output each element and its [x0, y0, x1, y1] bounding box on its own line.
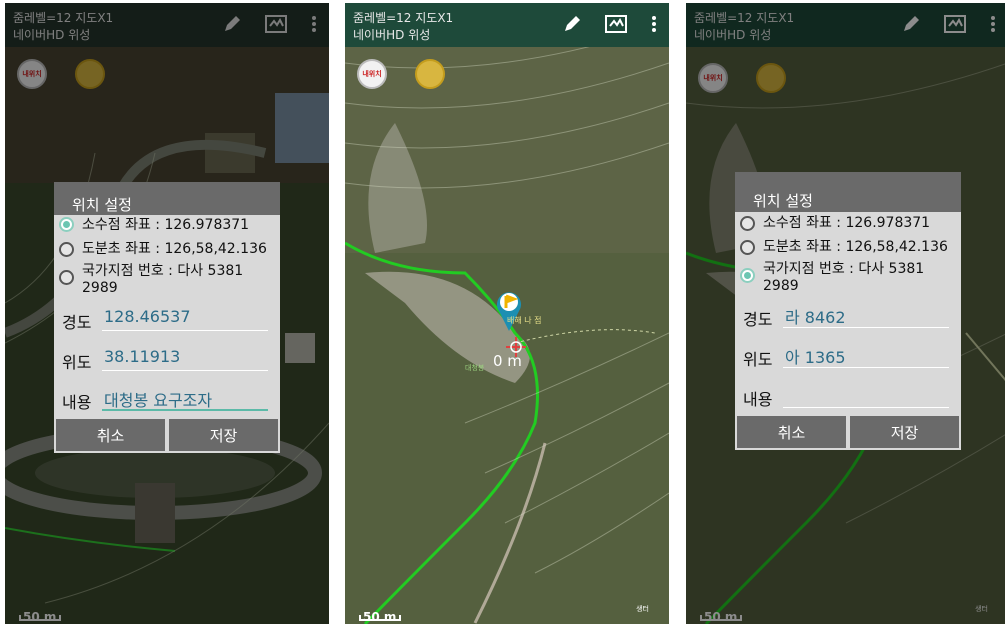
- option-national[interactable]: 국가지점 번호 : 다사 5381 2989: [54, 261, 280, 299]
- phone-screen-3: 줌레벨=12 지도X1 네이버HD 위성 내위치 생터 50 m 위치 설정 소…: [686, 3, 1005, 624]
- option-decimal[interactable]: 소수점 좌표 : 126.978371: [735, 212, 961, 234]
- longitude-label: 경도: [62, 313, 92, 332]
- my-location-icon[interactable]: 내위치: [357, 59, 387, 89]
- pencil-icon[interactable]: [559, 11, 585, 37]
- radio-dms[interactable]: [59, 242, 74, 257]
- option-dms[interactable]: 도분초 좌표 : 126,58,42.136: [54, 237, 280, 261]
- dialog-buttons: 취소 저장: [54, 419, 280, 453]
- option-decimal-label: 소수점 좌표 : 126.978371: [82, 217, 250, 233]
- longitude-label: 경도: [743, 310, 773, 329]
- save-button[interactable]: 저장: [169, 419, 278, 451]
- latitude-row: 위도 38.11913: [54, 339, 280, 379]
- dialog-title: 위치 설정: [735, 172, 961, 212]
- layers-icon[interactable]: [415, 59, 445, 89]
- content-input[interactable]: [783, 384, 949, 408]
- option-national-label: 국가지점 번호 : 다사 5381 2989: [82, 263, 244, 296]
- option-dms-label: 도분초 좌표 : 126,58,42.136: [763, 239, 948, 255]
- content-input[interactable]: 대청봉 요구조자: [102, 387, 268, 411]
- latitude-row: 위도 아 1365: [735, 336, 961, 376]
- dialog-buttons: 취소 저장: [735, 416, 961, 450]
- point-marker-label: 배해 나 점: [507, 316, 542, 325]
- content-row: 내용 대청봉 요구조자: [54, 379, 280, 419]
- distance-label: 0 m: [493, 352, 522, 370]
- longitude-input[interactable]: 128.46537: [102, 307, 268, 331]
- scale-label: 50 m: [363, 610, 397, 624]
- dialog-title: 위치 설정: [54, 182, 280, 215]
- radio-national[interactable]: [59, 270, 74, 285]
- radio-national[interactable]: [740, 268, 755, 283]
- option-decimal[interactable]: 소수점 좌표 : 126.978371: [54, 215, 280, 237]
- longitude-row: 경도 라 8462: [735, 296, 961, 336]
- longitude-row: 경도 128.46537: [54, 299, 280, 339]
- content-label: 내용: [62, 393, 92, 412]
- radio-decimal[interactable]: [740, 216, 755, 231]
- option-national[interactable]: 국가지점 번호 : 다사 5381 2989: [735, 258, 961, 296]
- radio-decimal[interactable]: [59, 217, 74, 232]
- map-icon[interactable]: [603, 11, 629, 37]
- map-source-text: 네이버HD 위성: [353, 28, 431, 42]
- more-vert-icon[interactable]: [645, 11, 663, 37]
- location-pin-icon[interactable]: [495, 289, 523, 337]
- location-dialog: 위치 설정 소수점 좌표 : 126.978371 도분초 좌표 : 126,5…: [735, 172, 961, 450]
- cancel-button[interactable]: 취소: [56, 419, 165, 451]
- save-button[interactable]: 저장: [850, 416, 959, 448]
- location-dialog: 위치 설정 소수점 좌표 : 126.978371 도분초 좌표 : 126,5…: [54, 182, 280, 453]
- longitude-input[interactable]: 라 8462: [783, 304, 949, 328]
- content-row: 내용: [735, 376, 961, 416]
- latitude-input[interactable]: 38.11913: [102, 347, 268, 371]
- latitude-label: 위도: [62, 353, 92, 372]
- radio-dms[interactable]: [740, 240, 755, 255]
- phone-screen-2: 줌레벨=12 지도X1 네이버HD 위성 내위치 배해 나 점 0 m 대청봉 …: [345, 3, 669, 624]
- option-national-label: 국가지점 번호 : 다사 5381 2989: [763, 261, 925, 294]
- cancel-button[interactable]: 취소: [737, 416, 846, 448]
- zoom-level-text: 줌레벨=12 지도X1: [353, 11, 454, 25]
- option-dms[interactable]: 도분초 좌표 : 126,58,42.136: [735, 234, 961, 258]
- latitude-label: 위도: [743, 350, 773, 369]
- latitude-input[interactable]: 아 1365: [783, 344, 949, 368]
- phone-screen-1: 줌레벨=12 지도X1 네이버HD 위성 내위치 50 m 위치 설정 소수점 …: [5, 3, 329, 624]
- option-decimal-label: 소수점 좌표 : 126.978371: [763, 215, 931, 231]
- my-location-label: 내위치: [362, 70, 382, 78]
- point-sub-label: 대청봉: [465, 364, 485, 372]
- option-dms-label: 도분초 좌표 : 126,58,42.136: [82, 241, 267, 257]
- content-label: 내용: [743, 390, 773, 409]
- app-bar: 줌레벨=12 지도X1 네이버HD 위성: [345, 3, 669, 47]
- poi-label: 생터: [636, 605, 649, 613]
